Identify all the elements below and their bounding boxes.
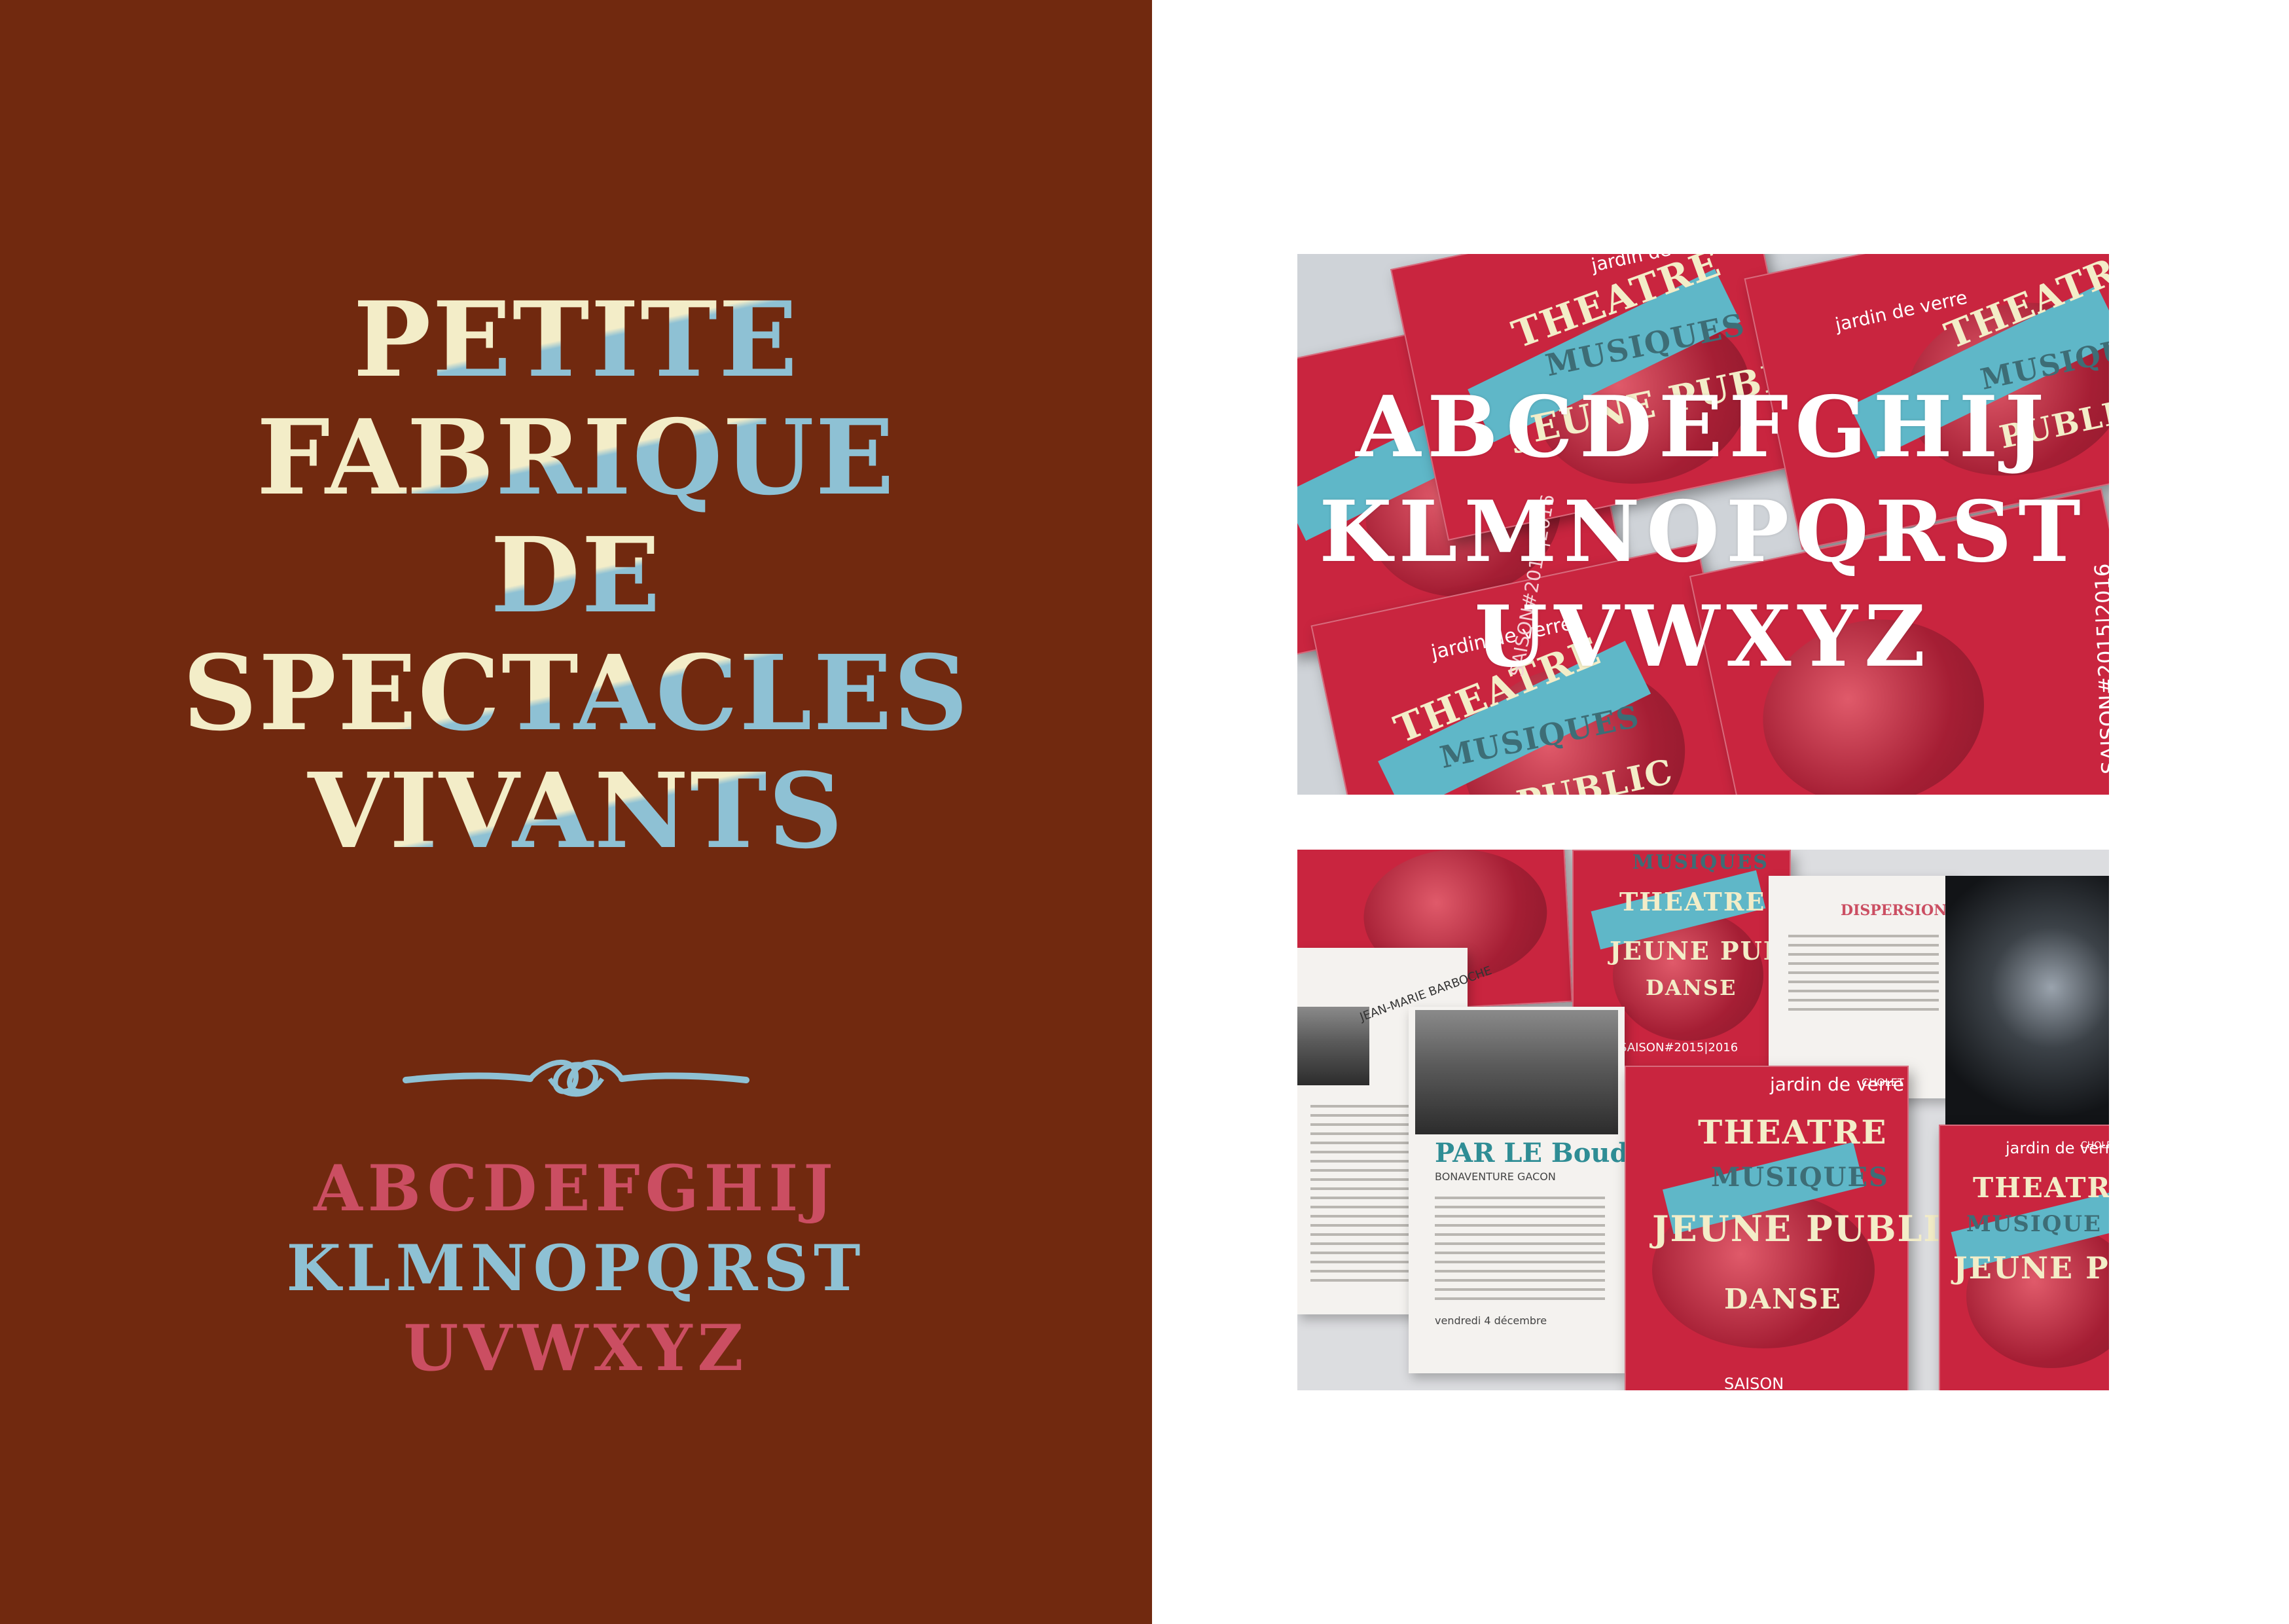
booklets-photo-top: jardin de verre THEATRE MUSIQUES JEUNE P… xyxy=(1297,254,2109,795)
overlay-alphabet: ABCDEFGHIJ KLMNOPQRST UVWXYZ xyxy=(1297,375,2109,689)
cover-word: MUSIQUES xyxy=(1711,1162,1889,1193)
page-date: vendredi 4 décembre xyxy=(1435,1314,1547,1327)
cover-word: MUSIQUE xyxy=(1966,1211,2102,1237)
alphabet-line: UVWXYZ xyxy=(403,1311,749,1385)
overlay-alphabet-line: KLMNOPQRST xyxy=(1319,483,2087,581)
cover-word: THEATRE xyxy=(1619,887,1766,916)
booklets-photo-bottom: THEATRE MUSIQUES JEUNE PUBLIC DANSE SAIS… xyxy=(1297,850,2109,1390)
title-line: DE xyxy=(0,517,1152,635)
cover-word: MUSIQUES xyxy=(1632,851,1769,874)
dance-photo xyxy=(1945,876,2109,1125)
poster-title: PETITE FABRIQUE DE SPECTACLES VIVANTS xyxy=(0,281,1152,871)
cover-word: DANSE xyxy=(1646,975,1737,1000)
city-label: CHOLET xyxy=(1862,1076,1904,1089)
city-label: CHOLET xyxy=(2081,1140,2109,1151)
cover-word: JEUNE PUBLIC xyxy=(1652,1208,1971,1250)
page-heading: PAR LE Boudu xyxy=(1435,1138,1648,1168)
page-heading: DISPERSION xyxy=(1841,902,1947,919)
title-line: VIVANTS xyxy=(0,753,1152,871)
alphabet-specimen: ABCDEFGHIJ KLMNOPQRST UVWXYZ xyxy=(0,1149,1152,1388)
title-line: PETITE xyxy=(0,281,1152,399)
alphabet-line: ABCDEFGHIJ xyxy=(314,1151,838,1225)
overlay-alphabet-line: UVWXYZ xyxy=(1474,588,1932,686)
booklet-cover: jardin de verre CHOLET THEATRE MUSIQUE J… xyxy=(1939,1125,2109,1390)
alphabet-line: KLMNOPQRST xyxy=(286,1231,866,1305)
cover-word: THEATRE xyxy=(1973,1172,2109,1204)
title-line: FABRIQUE xyxy=(0,399,1152,517)
cover-word: DANSE xyxy=(1724,1283,1842,1315)
flourish-ornament-icon xyxy=(403,1059,749,1097)
booklet-page: PAR LE Boudu BONAVENTURE GACON vendredi … xyxy=(1409,1007,1648,1373)
cover-word: JEUNE PUBLIC xyxy=(1953,1250,2109,1286)
cover-word: THEATRE xyxy=(1698,1113,1888,1151)
booklet-cover: jardin de verre CHOLET THEATRE MUSIQUES … xyxy=(1625,1066,1970,1390)
title-line: SPECTACLES xyxy=(0,635,1152,753)
poster-panel: PETITE FABRIQUE DE SPECTACLES VIVANTS AB… xyxy=(0,0,1152,1624)
booklet-page: DISPERSION xyxy=(1769,876,1958,1098)
overlay-alphabet-line: ABCDEFGHIJ xyxy=(1356,378,2051,477)
page-subheading: BONAVENTURE GACON xyxy=(1435,1170,1556,1183)
season-label: SAISON#2015|2016 xyxy=(1619,1041,1739,1055)
season-label: SAISON xyxy=(1724,1375,1784,1390)
